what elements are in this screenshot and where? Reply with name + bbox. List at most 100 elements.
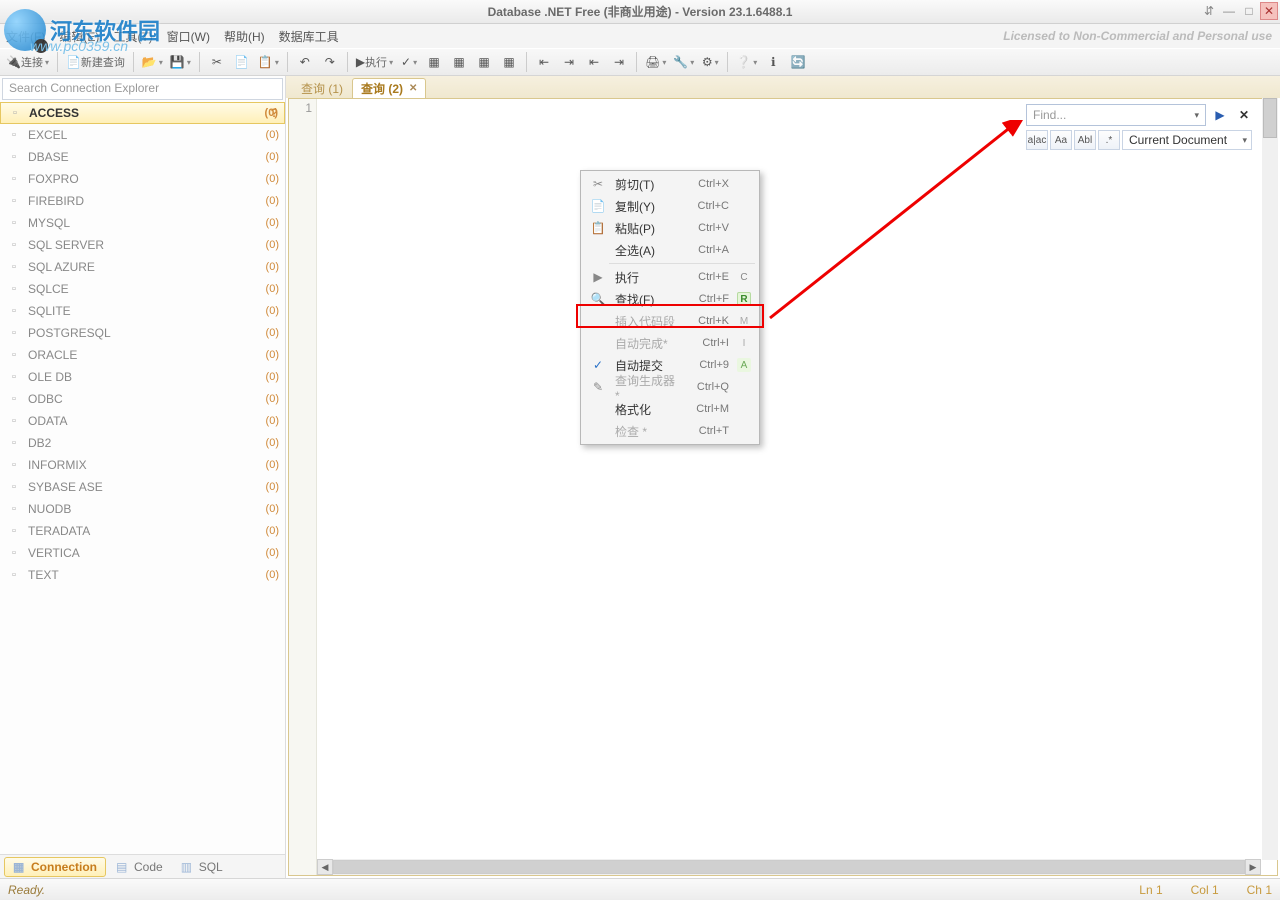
context-menu-item[interactable]: 全选(A)Ctrl+A (583, 239, 757, 261)
context-menu-item[interactable]: 📋粘贴(P)Ctrl+V (583, 217, 757, 239)
separator (526, 52, 527, 72)
indent-left-button[interactable]: ⇤ (533, 51, 555, 73)
context-menu-item[interactable]: 格式化Ctrl+M (583, 398, 757, 420)
context-menu-item[interactable]: ▶执行Ctrl+EC (583, 266, 757, 288)
opt-whole-word[interactable]: Abl (1074, 130, 1096, 150)
find-close-button[interactable]: ✕ (1234, 105, 1254, 125)
connection-item-sql-azure[interactable]: ▫SQL AZURE (0) (0, 256, 285, 278)
grid4-icon[interactable]: ▦ (498, 51, 520, 73)
grid1-icon[interactable]: ▦ (423, 51, 445, 73)
opt-match-case[interactable]: Aa (1050, 130, 1072, 150)
outdent-button[interactable]: ⇤ (583, 51, 605, 73)
maximize-button[interactable]: □ (1240, 2, 1258, 20)
connection-item-dbase[interactable]: ▫DBASE (0) (0, 146, 285, 168)
connection-item-odata[interactable]: ▫ODATA (0) (0, 410, 285, 432)
scrollbar-vertical[interactable] (1262, 98, 1278, 860)
menu-file[interactable]: 文件(F) (6, 28, 45, 45)
opt-regex[interactable]: .* (1098, 130, 1120, 150)
copy-button[interactable]: 📄 (231, 51, 253, 73)
connection-item-text[interactable]: ▫TEXT (0) (0, 564, 285, 586)
scroll-right-icon[interactable]: ▶ (1245, 859, 1261, 875)
connection-item-ole-db[interactable]: ▫OLE DB (0) (0, 366, 285, 388)
tab-sql[interactable]: ▥SQL (173, 858, 231, 876)
save-button[interactable]: 💾 (168, 51, 193, 73)
find-input[interactable]: Find... (1026, 104, 1206, 126)
grid2-icon[interactable]: ▦ (448, 51, 470, 73)
redo-button[interactable]: ↷ (319, 51, 341, 73)
connection-list: ▫ACCESS (0)?▫EXCEL (0)▫DBASE (0)▫FOXPRO … (0, 102, 285, 854)
connection-item-firebird[interactable]: ▫FIREBIRD (0) (0, 190, 285, 212)
open-button[interactable]: 📂 (140, 51, 165, 73)
db-icon: ▫ (6, 457, 22, 473)
tab-connection[interactable]: ▦Connection (4, 857, 106, 877)
menu-window[interactable]: 窗口(W) (167, 28, 210, 45)
check-button[interactable]: ✓ (398, 51, 420, 73)
close-tab-icon[interactable]: ✕ (409, 83, 417, 94)
opt-regex-partial[interactable]: a|ac (1026, 130, 1048, 150)
db-icon: ▫ (6, 193, 22, 209)
execute-button[interactable]: ▶执行 (354, 51, 395, 73)
menu-item-icon: ✎ (589, 380, 607, 394)
scrollbar-horizontal[interactable]: ◀ ▶ (317, 859, 1261, 875)
connection-item-postgresql[interactable]: ▫POSTGRESQL (0) (0, 322, 285, 344)
menu-item-icon: 📋 (589, 221, 607, 235)
grid3-icon[interactable]: ▦ (473, 51, 495, 73)
menu-dbtools[interactable]: 数据库工具 (279, 28, 339, 45)
connection-item-nuodb[interactable]: ▫NUODB (0) (0, 498, 285, 520)
toolbar: 🔌连接 📄新建查询 📂 💾 ✂ 📄 📋 ↶ ↷ ▶执行 ✓ ▦ ▦ ▦ ▦ ⇤ … (0, 48, 1280, 76)
connection-item-odbc[interactable]: ▫ODBC (0) (0, 388, 285, 410)
code-area[interactable] (317, 99, 1277, 875)
tools-button[interactable]: 🔧 (671, 51, 696, 73)
search-connection-input[interactable]: Search Connection Explorer (2, 78, 283, 100)
new-query-button[interactable]: 📄新建查询 (64, 51, 127, 73)
scroll-left-icon[interactable]: ◀ (317, 859, 333, 875)
menu-tools[interactable]: 工具(T) (113, 28, 152, 45)
indent2-button[interactable]: ⇥ (608, 51, 630, 73)
info-button[interactable]: ℹ (762, 51, 784, 73)
help-icon[interactable]: ? (271, 106, 278, 120)
connection-item-informix[interactable]: ▫INFORMIX (0) (0, 454, 285, 476)
connection-item-teradata[interactable]: ▫TERADATA (0) (0, 520, 285, 542)
menu-edit[interactable]: 编辑(E) (59, 28, 99, 45)
options-icon[interactable]: ⇵ (1200, 2, 1218, 20)
db-icon: ▫ (6, 281, 22, 297)
help-button[interactable]: ❔ (734, 51, 759, 73)
find-scope-select[interactable]: Current Document (1122, 130, 1252, 150)
find-next-button[interactable]: ▶ (1210, 105, 1230, 125)
connection-item-mysql[interactable]: ▫MYSQL (0) (0, 212, 285, 234)
connection-item-sqlce[interactable]: ▫SQLCE (0) (0, 278, 285, 300)
db-icon: ▫ (6, 149, 22, 165)
db-icon: ▫ (6, 523, 22, 539)
minimize-button[interactable]: — (1220, 2, 1238, 20)
connection-item-oracle[interactable]: ▫ORACLE (0) (0, 344, 285, 366)
connection-item-excel[interactable]: ▫EXCEL (0) (0, 124, 285, 146)
connection-item-vertica[interactable]: ▫VERTICA (0) (0, 542, 285, 564)
connection-item-access[interactable]: ▫ACCESS (0)? (0, 102, 285, 124)
connection-item-foxpro[interactable]: ▫FOXPRO (0) (0, 168, 285, 190)
context-menu-item[interactable]: 📄复制(Y)Ctrl+C (583, 195, 757, 217)
cut-button[interactable]: ✂ (206, 51, 228, 73)
connection-item-sql-server[interactable]: ▫SQL SERVER (0) (0, 234, 285, 256)
context-menu-item[interactable]: 🔍查找(F)Ctrl+FR (583, 288, 757, 310)
connection-item-sqlite[interactable]: ▫SQLITE (0) (0, 300, 285, 322)
editor-tab[interactable]: 查询 (2)✕ (352, 78, 426, 98)
print-button[interactable]: 🖨 (643, 51, 668, 73)
context-menu-item[interactable]: ✂剪切(T)Ctrl+X (583, 173, 757, 195)
connect-button[interactable]: 🔌连接 (4, 51, 51, 73)
settings-button[interactable]: ⚙ (699, 51, 721, 73)
refresh-button[interactable]: 🔄 (787, 51, 809, 73)
close-button[interactable]: ✕ (1260, 2, 1278, 20)
menu-help[interactable]: 帮助(H) (224, 28, 265, 45)
connection-item-sybase-ase[interactable]: ▫SYBASE ASE (0) (0, 476, 285, 498)
connection-item-db2[interactable]: ▫DB2 (0) (0, 432, 285, 454)
undo-button[interactable]: ↶ (294, 51, 316, 73)
paste-button[interactable]: 📋 (256, 51, 281, 73)
editor-tab[interactable]: 查询 (1) (292, 78, 352, 98)
tab-code[interactable]: ▤Code (108, 858, 171, 876)
indent-right-button[interactable]: ⇥ (558, 51, 580, 73)
db-icon: ▫ (6, 567, 22, 583)
db-icon: ▫ (6, 171, 22, 187)
db-icon: ▫ (6, 391, 22, 407)
code-icon: ▤ (116, 860, 130, 874)
context-menu-item: 检查 *Ctrl+T (583, 420, 757, 442)
